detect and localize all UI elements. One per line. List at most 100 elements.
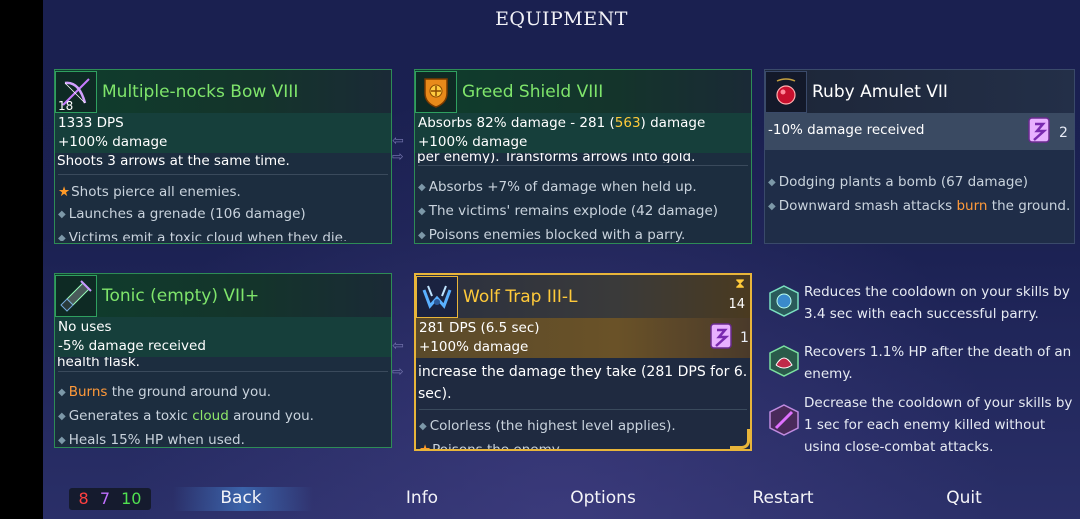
- affix-item: ◆ The victims' remains explode (42 damage…: [418, 203, 719, 219]
- bullet-icon: ◆: [58, 233, 66, 241]
- mutation-scroll[interactable]: Decrease the cooldown of your skills by …: [764, 392, 1077, 451]
- equipment-screen: EQUIPMENT 18 Multiple-nocks Bow VIII 133…: [43, 0, 1080, 519]
- cooldown-timer: 14: [728, 297, 745, 312]
- item-stats: 281 DPS (6.5 sec) +100% damage: [416, 318, 750, 358]
- mutation-text: Decrease the cooldown of your skills by …: [804, 395, 1073, 451]
- mutation-recovery[interactable]: Recovers 1.1% HP after the death of an e…: [764, 341, 1077, 391]
- bullet-icon: ◆: [418, 182, 426, 193]
- affix-list: ★Shots pierce all enemies. ◆ Launches a g…: [58, 181, 388, 241]
- affix-item: ◆ Victims emit a toxic cloud when they di…: [58, 227, 388, 241]
- scroll-stats-badge: 8 7 10: [69, 488, 151, 510]
- dps-stat: 1333 DPS: [58, 115, 124, 131]
- brutality-stat: 8: [78, 489, 89, 508]
- amulet-icon: [765, 70, 807, 113]
- tactics-stat: 7: [99, 489, 110, 508]
- skill-card-tonic[interactable]: Tonic (empty) VII+ No uses -5% damage re…: [54, 273, 392, 448]
- mutation-text: Reduces the cooldown on your skills by 3…: [804, 284, 1070, 322]
- uses-stat: No uses: [58, 319, 112, 335]
- options-button[interactable]: Options: [570, 488, 636, 508]
- item-description: increase the damage they take (281 DPS f…: [418, 364, 748, 402]
- affix-list: ◆ Burns the ground around you. ◆ Generates…: [58, 381, 388, 448]
- tonic-icon: [55, 274, 97, 317]
- shield-icon: [415, 70, 457, 113]
- dps-stat: 281 DPS (6.5 sec): [419, 320, 540, 336]
- back-button[interactable]: Back: [220, 488, 261, 508]
- scroll-icon: [708, 321, 736, 351]
- item-stats: No uses -5% damage received: [55, 317, 391, 357]
- bullet-icon: ◆: [418, 230, 426, 241]
- divider: [418, 165, 748, 166]
- damage-bonus: +100% damage: [418, 134, 528, 150]
- bullet-icon: ◆: [58, 411, 66, 422]
- bullet-icon: ◆: [768, 177, 776, 188]
- mutation-parry[interactable]: Reduces the cooldown on your skills by 3…: [764, 281, 1077, 331]
- amulet-card[interactable]: Ruby Amulet VII -10% damage received 2 ◆…: [764, 69, 1075, 244]
- divider: [58, 371, 388, 372]
- item-level: 18: [58, 98, 74, 113]
- swap-arrows-icon[interactable]: ⇦ ⇨: [392, 339, 414, 379]
- bullet-icon: ◆: [768, 201, 776, 212]
- affix-item: ◆ Dodging plants a bomb (67 damage): [768, 174, 1028, 190]
- divider: [58, 174, 388, 175]
- bow-icon: 18: [55, 70, 97, 113]
- item-name: Greed Shield VIII: [462, 81, 604, 102]
- affix-list: ◆ Dodging plants a bomb (67 damage) ◆ Down…: [768, 171, 1071, 219]
- scroll-count: 1: [740, 330, 749, 346]
- affix-item: ★Poisons the enemy.: [419, 439, 747, 450]
- affix-item: ◆ Generates a toxic cloud around you.: [58, 408, 314, 424]
- affix-item: ◆ Poisons enemies blocked with a parry.: [418, 227, 686, 243]
- bullet-icon: ◆: [58, 435, 66, 446]
- item-name: Wolf Trap III-L: [463, 286, 578, 307]
- bottom-menu-bar: 8 7 10 Back Info Options Restart Quit: [43, 483, 1080, 519]
- gold-corner-ornament: [730, 429, 750, 449]
- damage-bonus: +100% damage: [419, 339, 529, 355]
- absorb-stat: Absorbs 82% damage - 281 (563) damage: [418, 115, 706, 131]
- swap-arrows-icon[interactable]: ⇦ ⇨: [392, 134, 414, 165]
- divider: [419, 409, 747, 410]
- skill-card-wolf-trap[interactable]: Wolf Trap III-L ⧗ 14 281 DPS (6.5 sec) +…: [414, 273, 752, 451]
- affix-item: ★Shots pierce all enemies.: [58, 184, 241, 200]
- weapon-card-shield[interactable]: Greed Shield VIII Absorbs 82% damage - 2…: [414, 69, 752, 244]
- affix-item: ◆ Launches a grenade (106 damage): [58, 206, 306, 222]
- affix-item: ◆ Colorless (the highest level applies).: [419, 418, 676, 434]
- survival-stat: 10: [121, 489, 142, 508]
- info-button[interactable]: Info: [406, 488, 438, 508]
- bullet-icon: ◆: [58, 387, 66, 398]
- card-header: Tonic (empty) VII+: [55, 274, 391, 317]
- item-stats: 1333 DPS +100% damage: [55, 113, 391, 153]
- weapon-card-bow[interactable]: 18 Multiple-nocks Bow VIII 1333 DPS +100…: [54, 69, 392, 244]
- item-description: health flask.: [57, 357, 140, 369]
- item-description: Shoots 3 arrows at the same time.: [57, 153, 290, 169]
- star-icon: ★: [419, 442, 432, 450]
- wolf-trap-icon: [416, 275, 458, 318]
- card-header: 18 Multiple-nocks Bow VIII: [55, 70, 391, 113]
- affix-item: ◆ Absorbs +7% of damage when held up.: [418, 179, 697, 195]
- item-description: per enemy). Transforms arrows into gold.: [417, 153, 696, 163]
- scroll-icon: [1026, 115, 1054, 145]
- card-header: Greed Shield VIII: [415, 70, 751, 113]
- resistance-stat: -5% damage received: [58, 338, 206, 354]
- bullet-icon: ◆: [58, 209, 66, 220]
- parry-mutation-icon: [768, 285, 800, 317]
- item-name: Ruby Amulet VII: [812, 81, 948, 102]
- quit-button[interactable]: Quit: [946, 488, 982, 508]
- affix-list: ◆ Absorbs +7% of damage when held up. ◆ Th…: [418, 176, 748, 243]
- affix-item: ◆ Heals 15% HP when used.: [58, 432, 245, 448]
- scroll-mutation-icon: [768, 404, 800, 436]
- card-header: Wolf Trap III-L ⧗ 14: [416, 275, 750, 318]
- page-title: EQUIPMENT: [495, 8, 628, 30]
- affix-list: ◆ Colorless (the highest level applies). …: [419, 415, 747, 450]
- recovery-mutation-icon: [768, 345, 800, 377]
- scroll-count: 2: [1059, 125, 1068, 141]
- card-header: Ruby Amulet VII: [765, 70, 1074, 113]
- mutation-text: Recovers 1.1% HP after the death of an e…: [804, 344, 1072, 382]
- bullet-icon: ◆: [419, 421, 427, 432]
- hourglass-icon: ⧗: [735, 276, 745, 292]
- bullet-icon: ◆: [418, 206, 426, 217]
- affix-item: ◆ Burns the ground around you.: [58, 384, 272, 400]
- item-name: Multiple-nocks Bow VIII: [102, 81, 299, 102]
- item-stats: Absorbs 82% damage - 281 (563) damage +1…: [415, 113, 751, 153]
- item-name: Tonic (empty) VII+: [102, 285, 260, 306]
- restart-button[interactable]: Restart: [752, 488, 813, 508]
- damage-bonus: +100% damage: [58, 134, 168, 150]
